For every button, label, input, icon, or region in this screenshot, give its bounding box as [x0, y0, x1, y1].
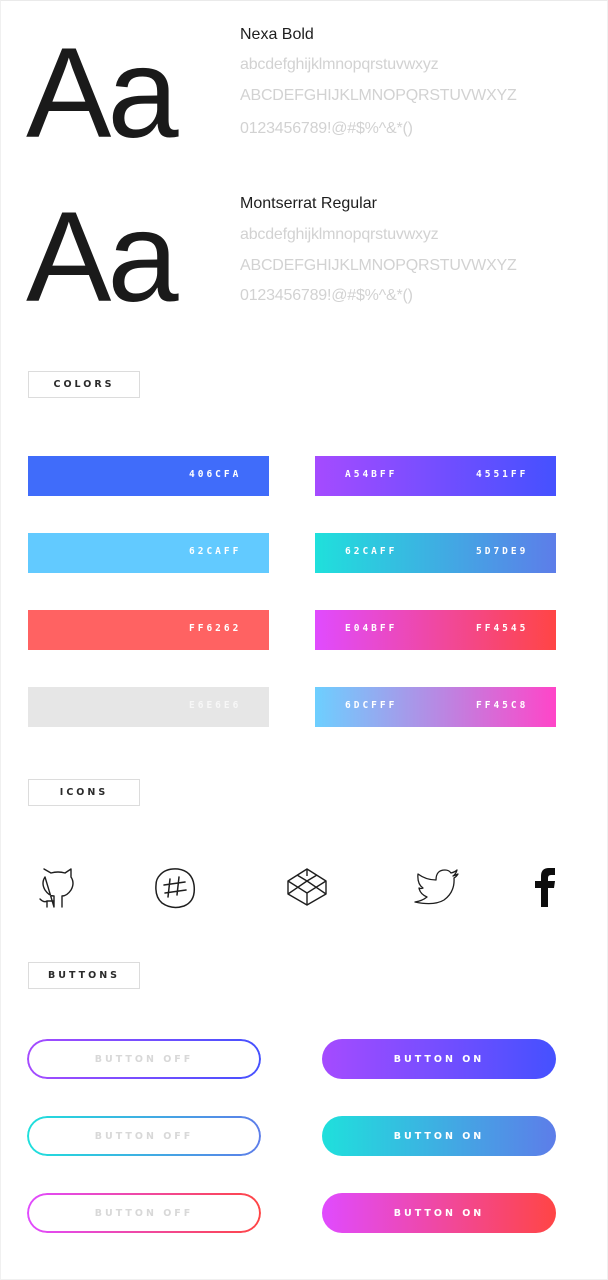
gradient-end-hex-label: FF4545: [476, 623, 529, 634]
button-on-label: BUTTON ON: [393, 1053, 485, 1065]
color-hex-label: FF6262: [189, 623, 242, 634]
color-swatch-gradient: 62CAFF 5D7DE9: [315, 533, 556, 573]
font-lowercase-sample: abcdefghijklmnopqrstuvwxyz: [240, 226, 439, 243]
color-hex-label: 406CFA: [189, 469, 242, 480]
button-off-label: BUTTON OFF: [94, 1207, 194, 1219]
color-swatch-gradient: 6DCFFF FF45C8: [315, 687, 556, 727]
color-swatch-solid: 62CAFF: [28, 533, 269, 573]
button-on-label: BUTTON ON: [393, 1130, 485, 1142]
section-label-buttons: BUTTONS: [28, 962, 140, 989]
color-swatch-solid: FF6262: [28, 610, 269, 650]
color-swatch-solid: 406CFA: [28, 456, 269, 496]
twitter-icon[interactable]: [414, 866, 460, 908]
color-hex-label: E6E6E6: [189, 700, 242, 711]
font-digits-sample: 0123456789!@#$%^&*(): [240, 287, 413, 304]
button-off-label: BUTTON OFF: [94, 1053, 194, 1065]
gradient-start-hex-label: A54BFF: [345, 469, 398, 480]
button-on[interactable]: BUTTON ON: [322, 1039, 556, 1079]
gradient-start-hex-label: E04BFF: [345, 623, 398, 634]
gradient-start-hex-label: 6DCFFF: [345, 700, 398, 711]
color-swatch-solid: E6E6E6: [28, 687, 269, 727]
github-icon[interactable]: [38, 866, 78, 910]
gradient-end-hex-label: FF45C8: [476, 700, 529, 711]
section-label-icons: ICONS: [28, 779, 140, 806]
codepen-icon[interactable]: [286, 867, 328, 907]
button-off[interactable]: BUTTON OFF: [27, 1039, 261, 1079]
color-swatch-gradient: A54BFF 4551FF: [315, 456, 556, 496]
gradient-end-hex-label: 5D7DE9: [476, 546, 529, 557]
button-on[interactable]: BUTTON ON: [322, 1193, 556, 1233]
typography-montserrat-regular: Aa Montserrat Regular abcdefghijklmnopqr…: [0, 0, 608, 330]
facebook-icon[interactable]: [533, 866, 559, 908]
section-label-colors: COLORS: [28, 371, 140, 398]
button-on[interactable]: BUTTON ON: [322, 1116, 556, 1156]
slack-icon[interactable]: [152, 865, 198, 911]
font-uppercase-sample: ABCDEFGHIJKLMNOPQRSTUVWXYZ: [240, 257, 517, 274]
button-off[interactable]: BUTTON OFF: [27, 1116, 261, 1156]
font-sample-glyph: Aa: [26, 186, 179, 329]
button-off-label: BUTTON OFF: [94, 1130, 194, 1142]
gradient-end-hex-label: 4551FF: [476, 469, 529, 480]
color-swatch-gradient: E04BFF FF4545: [315, 610, 556, 650]
button-on-label: BUTTON ON: [393, 1207, 485, 1219]
button-off[interactable]: BUTTON OFF: [27, 1193, 261, 1233]
gradient-start-hex-label: 62CAFF: [345, 546, 398, 557]
font-name: Montserrat Regular: [240, 195, 377, 212]
color-hex-label: 62CAFF: [189, 546, 242, 557]
